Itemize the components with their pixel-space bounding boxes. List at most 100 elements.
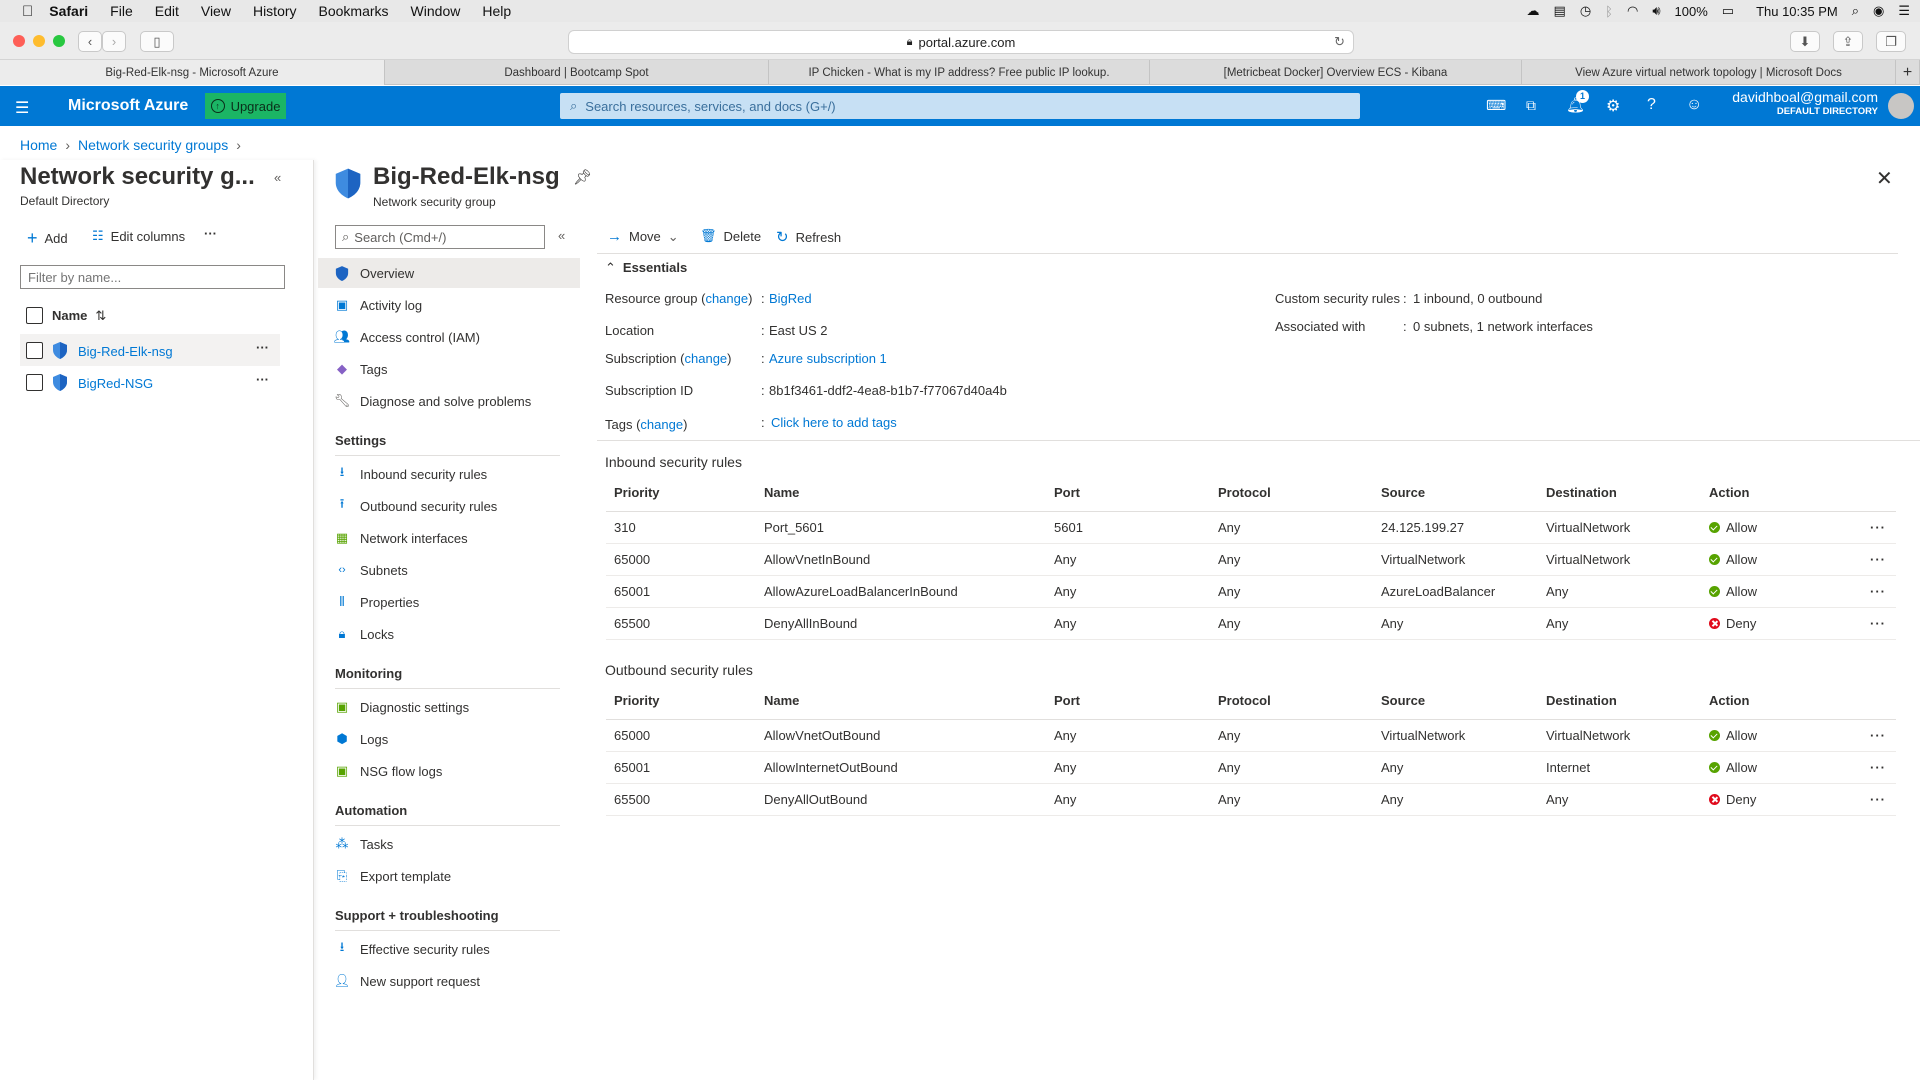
browser-tab[interactable]: Big-Red-Elk-nsg - Microsoft Azure	[0, 60, 385, 85]
menu-export-template[interactable]: ⎘ Export template	[334, 861, 580, 891]
col-action[interactable]: Action	[1701, 475, 1826, 512]
col-priority[interactable]: Priority	[606, 683, 756, 720]
menu-diagnose[interactable]: 🔧︎ Diagnose and solve problems	[334, 386, 580, 416]
close-blade-icon[interactable]: ✕	[1876, 166, 1893, 191]
essentials-toggle[interactable]: ⌃ Essentials	[605, 260, 687, 276]
battery-icon[interactable]: ▭	[1722, 3, 1734, 19]
battery-percent[interactable]: 100%	[1675, 4, 1708, 19]
menu-file[interactable]: File	[110, 3, 133, 19]
menu-locks[interactable]: 🔒︎ Locks	[334, 619, 580, 649]
azure-brand[interactable]: Microsoft Azure	[68, 97, 188, 115]
table-row[interactable]: 65001 AllowAzureLoadBalancerInBound Any …	[606, 575, 1896, 608]
col-name[interactable]: Name	[756, 475, 1046, 512]
row-more-icon[interactable]: ···	[1826, 511, 1896, 544]
breadcrumb-nsgs[interactable]: Network security groups	[78, 137, 228, 153]
siri-icon[interactable]: ◉	[1873, 3, 1884, 19]
back-button[interactable]: ‹	[78, 31, 102, 52]
apple-icon[interactable]: 	[22, 3, 33, 20]
minimize-window-button[interactable]	[33, 35, 45, 47]
address-bar[interactable]: 🔒︎ portal.azure.com ↻	[568, 30, 1354, 54]
edit-columns-button[interactable]: ☷ Edit columns	[92, 228, 185, 244]
list-item-link[interactable]: BigRed-NSG	[78, 376, 153, 391]
close-window-button[interactable]	[13, 35, 25, 47]
col-source[interactable]: Source	[1373, 683, 1538, 720]
change-resource-group-link[interactable]: change	[705, 291, 748, 306]
col-destination[interactable]: Destination	[1538, 683, 1701, 720]
cloud-shell-icon[interactable]: ⌨	[1486, 97, 1506, 114]
wifi-icon[interactable]: ◠	[1627, 3, 1638, 19]
table-row[interactable]: 65000 AllowVnetOutBound Any Any VirtualN…	[606, 719, 1896, 752]
zoom-window-button[interactable]	[53, 35, 65, 47]
menu-activity-log[interactable]: ▣ Activity log	[334, 290, 580, 320]
table-row[interactable]: 65500 DenyAllOutBound Any Any Any Any De…	[606, 783, 1896, 816]
row-more-icon[interactable]: ···	[1826, 719, 1896, 752]
collapse-menu-icon[interactable]: «	[558, 228, 565, 243]
row-more-icon[interactable]: ···	[256, 340, 269, 355]
breadcrumb-home[interactable]: Home	[20, 137, 57, 153]
menu-tasks[interactable]: ⁂ Tasks	[334, 829, 580, 859]
col-destination[interactable]: Destination	[1538, 475, 1701, 512]
volume-icon[interactable]: 🔊︎	[1652, 3, 1660, 19]
change-subscription-link[interactable]: change	[685, 351, 728, 366]
table-row[interactable]: 65500 DenyAllInBound Any Any Any Any Den…	[606, 607, 1896, 640]
list-item-link[interactable]: Big-Red-Elk-nsg	[78, 344, 173, 359]
collapse-list-icon[interactable]: «	[274, 170, 281, 185]
col-protocol[interactable]: Protocol	[1210, 475, 1373, 512]
spotlight-icon[interactable]: ⌕	[1852, 3, 1859, 19]
menu-bookmarks[interactable]: Bookmarks	[319, 3, 389, 19]
menu-properties[interactable]: ⦀ Properties	[334, 587, 580, 617]
tab-overview-button[interactable]: ❐	[1876, 31, 1906, 52]
cloud-icon[interactable]: ☁	[1527, 3, 1540, 19]
menu-logs[interactable]: ⬢ Logs	[334, 724, 580, 754]
list-item-checkbox[interactable]	[26, 374, 43, 391]
col-port[interactable]: Port	[1046, 475, 1210, 512]
name-column-header[interactable]: Name ⇅	[52, 308, 106, 324]
new-tab-button[interactable]: +	[1896, 60, 1920, 85]
list-item-checkbox[interactable]	[26, 342, 43, 359]
bluetooth-icon[interactable]: ᛒ	[1605, 4, 1613, 19]
menu-app-name[interactable]: Safari	[49, 3, 88, 19]
menu-tags[interactable]: ◆ Tags	[334, 354, 580, 384]
control-center-icon[interactable]: ☰	[1898, 3, 1910, 19]
row-more-icon[interactable]: ···	[256, 372, 269, 387]
drive-icon[interactable]: ▤	[1554, 3, 1566, 19]
more-options-icon[interactable]: ···	[204, 226, 217, 241]
menu-access-control[interactable]: 👥︎ Access control (IAM)	[334, 322, 580, 352]
help-icon[interactable]: ?	[1647, 96, 1656, 114]
forward-button[interactable]: ›	[102, 31, 126, 52]
table-row[interactable]: 65000 AllowVnetInBound Any Any VirtualNe…	[606, 543, 1896, 576]
sidebar-toggle-button[interactable]: ▯	[140, 31, 174, 52]
menu-effective-rules[interactable]: ⭳ Effective security rules	[334, 934, 580, 964]
col-action[interactable]: Action	[1701, 683, 1826, 720]
avatar[interactable]	[1888, 93, 1914, 119]
clock[interactable]: Thu 10:35 PM	[1756, 4, 1838, 19]
menu-view[interactable]: View	[201, 3, 231, 19]
menu-diagnostic-settings[interactable]: ▣ Diagnostic settings	[334, 692, 580, 722]
upgrade-button[interactable]: ↑ Upgrade	[205, 93, 286, 119]
filter-input[interactable]	[20, 265, 285, 289]
settings-gear-icon[interactable]: ⚙	[1606, 96, 1620, 116]
row-more-icon[interactable]: ···	[1826, 543, 1896, 576]
browser-tab[interactable]: View Azure virtual network topology | Mi…	[1522, 60, 1896, 85]
menu-history[interactable]: History	[253, 3, 297, 19]
move-button[interactable]: → Move ⌄	[607, 228, 679, 245]
menu-new-support-request[interactable]: 👤︎ New support request	[334, 966, 580, 996]
menu-outbound-rules[interactable]: ⭱ Outbound security rules	[334, 491, 580, 521]
add-button[interactable]: + Add	[27, 228, 68, 249]
col-priority[interactable]: Priority	[606, 475, 756, 512]
row-more-icon[interactable]: ···	[1826, 751, 1896, 784]
col-protocol[interactable]: Protocol	[1210, 683, 1373, 720]
share-button[interactable]: ⇪	[1833, 31, 1863, 52]
col-port[interactable]: Port	[1046, 683, 1210, 720]
table-row[interactable]: 65001 AllowInternetOutBound Any Any Any …	[606, 751, 1896, 784]
add-tags-link[interactable]: Click here to add tags	[771, 415, 897, 430]
reload-icon[interactable]: ↻	[1334, 34, 1345, 50]
change-tags-link[interactable]: change	[640, 417, 683, 432]
menu-inbound-rules[interactable]: ⭳ Inbound security rules	[334, 459, 580, 489]
browser-tab[interactable]: IP Chicken - What is my IP address? Free…	[769, 60, 1150, 85]
subscription-link[interactable]: Azure subscription 1	[769, 351, 887, 366]
menu-subnets[interactable]: ‹› Subnets	[334, 555, 580, 585]
account-info[interactable]: davidhboal@gmail.com DEFAULT DIRECTORY	[1700, 89, 1878, 117]
pin-icon[interactable]: 📌︎	[573, 168, 592, 186]
row-more-icon[interactable]: ···	[1826, 575, 1896, 608]
